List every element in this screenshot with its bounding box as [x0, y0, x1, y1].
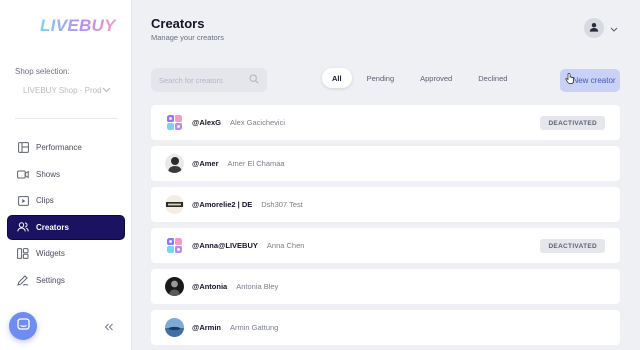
sidebar-item-label: Creators	[36, 222, 69, 232]
sidebar-item-performance[interactable]: Performance	[8, 136, 124, 159]
sidebar-item-label: Widgets	[36, 249, 65, 258]
chevron-down-icon[interactable]	[610, 19, 618, 37]
sidebar-item-label: Shows	[36, 169, 61, 179]
list-item[interactable]: @AlexG Alex Gacichevici DEACTIVATED	[151, 105, 620, 140]
creator-handle: @Armin	[192, 323, 221, 332]
chat-icon	[16, 317, 30, 335]
chevron-down-icon	[102, 86, 111, 95]
users-icon	[17, 221, 29, 233]
double-chevron-left-icon	[104, 322, 114, 334]
shop-select[interactable]: LIVEBUY Shop - Prod	[23, 86, 111, 95]
play-square-icon	[17, 195, 29, 207]
creator-name: Antonia Bley	[236, 282, 279, 291]
pen-icon	[17, 274, 29, 286]
creator-name: Alex Gacichevici	[230, 118, 286, 127]
page-title: Creators	[151, 16, 205, 31]
brand-logo[interactable]: LIVEBUY	[40, 16, 116, 36]
list-item[interactable]: @Amorelie2 | DE Dsh307 Test	[151, 187, 620, 222]
user-menu[interactable]	[584, 18, 618, 38]
tab-approved[interactable]: Approved	[409, 68, 463, 88]
video-icon	[17, 168, 29, 180]
sidebar-nav: Performance Shows Clips Creators Widgets	[8, 136, 124, 295]
creator-name: Amer El Chamaa	[227, 159, 285, 168]
main-content: Creators Manage your creators All Pendin…	[133, 0, 640, 350]
sidebar-item-settings[interactable]: Settings	[8, 269, 124, 292]
sidebar-item-label: Clips	[36, 196, 54, 205]
page-subtitle: Manage your creators	[151, 33, 224, 42]
creator-handle: @Anna@LIVEBUY	[192, 241, 258, 250]
search-icon[interactable]	[249, 71, 259, 89]
creator-avatar	[165, 277, 184, 296]
creator-avatar	[165, 154, 184, 173]
hand-pointer-icon	[565, 72, 574, 87]
search-box[interactable]	[151, 68, 267, 92]
status-badge: DEACTIVATED	[540, 116, 605, 130]
sidebar-item-label: Settings	[36, 275, 65, 285]
creator-handle: @Antonia	[192, 282, 228, 291]
shop-selection-label: Shop selection:	[15, 67, 70, 76]
creator-avatar	[165, 113, 184, 132]
status-badge: DEACTIVATED	[540, 239, 605, 253]
search-input[interactable]	[159, 75, 247, 85]
widgets-icon	[17, 248, 29, 260]
creator-avatar	[165, 236, 184, 255]
list-item[interactable]: @Armin Armin Gattung	[151, 310, 620, 345]
sidebar: LIVEBUY Shop selection: LIVEBUY Shop - P…	[0, 0, 132, 350]
sidebar-item-widgets[interactable]: Widgets	[8, 242, 124, 265]
list-item[interactable]: @Amer Amer El Chamaa	[151, 146, 620, 181]
sidebar-divider	[15, 118, 117, 119]
collapse-sidebar-button[interactable]	[104, 322, 114, 334]
creator-handle: @Amorelie2 | DE	[192, 200, 253, 209]
new-creator-label: New creator	[572, 76, 616, 85]
tab-declined[interactable]: Declined	[467, 68, 518, 88]
creator-name: Armin Gattung	[229, 323, 279, 332]
layout-icon	[17, 142, 29, 154]
creator-name: Anna Chen	[266, 241, 305, 250]
sidebar-item-creators[interactable]: Creators	[8, 215, 124, 239]
creator-handle: @Amer	[192, 159, 219, 168]
creator-avatar	[165, 195, 184, 214]
shop-select-value: LIVEBUY Shop - Prod	[23, 86, 102, 95]
creator-avatar	[165, 318, 184, 337]
sidebar-item-shows[interactable]: Shows	[8, 163, 124, 186]
list-item[interactable]: @Antonia Antonia Bley	[151, 269, 620, 304]
tab-all[interactable]: All	[322, 68, 352, 88]
sidebar-item-label: Performance	[36, 143, 82, 152]
chat-button[interactable]	[9, 312, 37, 340]
creator-handle: @AlexG	[192, 118, 221, 127]
sidebar-item-clips[interactable]: Clips	[8, 189, 124, 212]
tab-pending[interactable]: Pending	[356, 68, 406, 88]
status-filter-tabs: All Pending Approved Declined	[322, 68, 522, 88]
creator-name: Dsh307 Test	[261, 200, 303, 209]
user-icon	[589, 19, 599, 37]
creators-list: @AlexG Alex Gacichevici DEACTIVATED @Ame…	[151, 105, 620, 350]
list-item[interactable]: @Anna@LIVEBUY Anna Chen DEACTIVATED	[151, 228, 620, 263]
user-avatar[interactable]	[584, 18, 604, 38]
